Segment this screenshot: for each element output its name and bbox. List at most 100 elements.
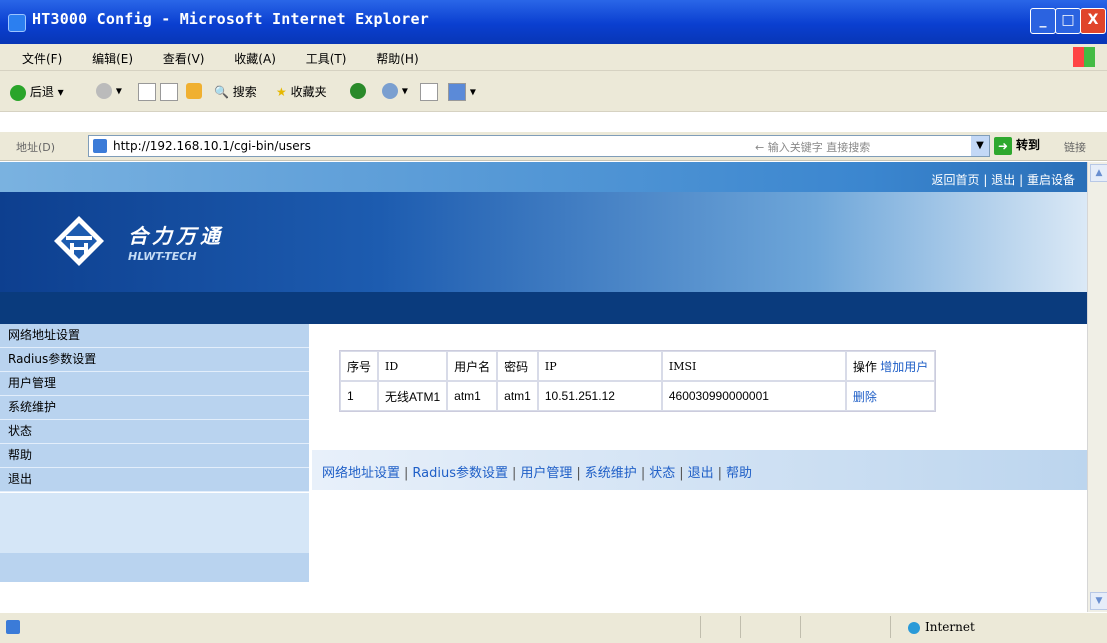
menu-view[interactable]: 查看(V) xyxy=(163,50,205,67)
nav-item-help[interactable]: 帮助 xyxy=(0,444,309,468)
menu-bar: 文件(F) 编辑(E) 查看(V) 收藏(A) 工具(T) 帮助(H) xyxy=(0,44,1107,71)
top-link-reboot[interactable]: 重启设备 xyxy=(1027,173,1075,187)
nav-item-status[interactable]: 状态 xyxy=(0,420,309,444)
separator: | xyxy=(576,466,581,481)
chevron-down-icon[interactable]: ▼ xyxy=(971,136,989,156)
forward-button[interactable]: ▾ xyxy=(96,83,122,99)
separator: | xyxy=(1019,173,1024,187)
status-divider xyxy=(890,616,891,638)
address-label: 地址(D) xyxy=(16,141,56,154)
url-text[interactable]: http://192.168.10.1/cgi-bin/users xyxy=(113,139,311,153)
forward-arrow-icon xyxy=(96,83,112,99)
status-bar: Internet xyxy=(0,612,1107,643)
header-banner: 合力万通 HLWT-TECH xyxy=(0,192,1087,292)
stop-button[interactable] xyxy=(138,83,156,101)
footer-link-logout[interactable]: 退出 xyxy=(688,466,714,481)
scroll-up-icon[interactable]: ▲ xyxy=(1090,164,1107,182)
menu-edit[interactable]: 编辑(E) xyxy=(92,50,133,67)
web-viewport: 返回首页 | 退出 | 重启设备 合力万通 HLWT-TECH 网络地址设置 R… xyxy=(0,162,1087,612)
star-icon: ★ xyxy=(276,85,287,99)
status-divider xyxy=(700,616,701,638)
favorites-label: 收藏夹 xyxy=(290,85,327,99)
footer-link-maintenance[interactable]: 系统维护 xyxy=(585,466,637,481)
edit-icon xyxy=(448,83,466,101)
nav-item-maintenance[interactable]: 系统维护 xyxy=(0,396,309,420)
logo-text-cn: 合力万通 xyxy=(128,224,224,248)
footer-link-help[interactable]: 帮助 xyxy=(726,466,752,481)
page-status-icon xyxy=(6,620,20,634)
footer-link-network[interactable]: 网络地址设置 xyxy=(322,466,400,481)
top-link-logout[interactable]: 退出 xyxy=(991,173,1015,187)
search-icon: 🔍 xyxy=(214,85,229,99)
logo-text-en: HLWT-TECH xyxy=(128,250,197,263)
separator: | xyxy=(717,466,723,481)
header-id: ID xyxy=(378,351,448,381)
table-row: 1 无线ATM1 atm1 atm1 10.51.251.12 46003099… xyxy=(340,381,936,411)
footer-link-users[interactable]: 用户管理 xyxy=(520,466,572,481)
cell-id: 无线ATM1 xyxy=(378,381,448,411)
nav-item-network[interactable]: 网络地址设置 xyxy=(0,324,309,348)
nav-item-radius[interactable]: Radius参数设置 xyxy=(0,348,309,372)
links-button[interactable]: 链接 xyxy=(1064,139,1086,155)
vertical-scrollbar[interactable]: ▲ ▼ xyxy=(1087,162,1107,612)
nav-fill xyxy=(0,492,309,553)
security-zone: Internet xyxy=(908,620,975,634)
header-ip: IP xyxy=(537,351,662,381)
home-button[interactable] xyxy=(186,83,202,99)
company-logo-icon xyxy=(54,216,104,266)
table-header-row: 序号 ID 用户名 密码 IP IMSI 操作 增加用户 xyxy=(340,351,936,381)
go-label: 转到 xyxy=(1016,138,1041,152)
media-button[interactable] xyxy=(350,83,366,99)
cell-imsi: 460030990000001 xyxy=(661,381,846,411)
page-icon xyxy=(93,139,107,153)
favorites-button[interactable]: ★ 收藏夹 xyxy=(276,83,327,100)
maximize-button[interactable]: □ xyxy=(1055,8,1081,34)
menu-favorites[interactable]: 收藏(A) xyxy=(234,50,276,67)
delete-user-link[interactable]: 删除 xyxy=(853,390,877,404)
add-user-link[interactable]: 增加用户 xyxy=(880,360,928,374)
back-arrow-icon xyxy=(10,84,26,101)
nav-item-users[interactable]: 用户管理 xyxy=(0,372,309,396)
status-divider xyxy=(800,616,801,638)
footer-link-radius[interactable]: Radius参数设置 xyxy=(412,466,508,481)
go-arrow-icon: ➜ xyxy=(994,136,1012,155)
minimize-button[interactable]: _ xyxy=(1030,8,1056,34)
globe-icon xyxy=(908,621,920,634)
search-button[interactable]: 🔍 搜索 xyxy=(214,83,257,100)
ie-icon xyxy=(8,14,26,32)
nav-strip xyxy=(0,292,1087,324)
top-link-home[interactable]: 返回首页 xyxy=(932,173,980,187)
zone-label: Internet xyxy=(925,620,975,634)
edit-button[interactable]: ▾ xyxy=(448,83,476,101)
go-button[interactable]: ➜ 转到 xyxy=(994,136,1040,155)
address-input[interactable]: http://192.168.10.1/cgi-bin/users ← 输入关键… xyxy=(88,135,990,157)
header-actions: 操作 增加用户 xyxy=(845,351,936,381)
footer-links-strip: 网络地址设置 | Radius参数设置 | 用户管理 | 系统维护 | 状态 | 退出 | 帮助 xyxy=(312,450,1087,490)
main-content: 序号 ID 用户名 密码 IP IMSI 操作 增加用户 1 无线ATM1 at… xyxy=(312,324,1087,612)
top-strip: 返回首页 | 退出 | 重启设备 xyxy=(0,162,1087,192)
title-bar: HT3000 Config - Microsoft Internet Explo… xyxy=(0,0,1107,44)
footer-links: 网络地址设置 | Radius参数设置 | 用户管理 | 系统维护 | 状态 | 退出 | 帮助 xyxy=(322,462,752,481)
nav-item-logout[interactable]: 退出 xyxy=(0,468,309,492)
back-button[interactable]: 后退 ▾ xyxy=(10,83,64,101)
refresh-button[interactable] xyxy=(160,83,178,101)
close-button[interactable]: X xyxy=(1080,8,1106,34)
header-no: 序号 xyxy=(340,351,379,381)
menu-file[interactable]: 文件(F) xyxy=(22,50,62,67)
cell-no: 1 xyxy=(340,381,379,411)
mail-button[interactable]: ▾ xyxy=(382,83,408,99)
print-button[interactable] xyxy=(420,83,438,101)
address-bar: 地址(D) http://192.168.10.1/cgi-bin/users … xyxy=(0,132,1107,161)
scroll-down-icon[interactable]: ▼ xyxy=(1090,592,1107,610)
keyword-search-hint[interactable]: ← 输入关键字 直接搜索 xyxy=(755,139,870,155)
separator: | xyxy=(679,466,684,481)
stop-icon xyxy=(138,83,156,101)
menu-tools[interactable]: 工具(T) xyxy=(306,50,347,67)
header-username: 用户名 xyxy=(447,351,498,381)
menu-help[interactable]: 帮助(H) xyxy=(376,50,418,67)
media-icon xyxy=(350,83,366,99)
footer-link-status[interactable]: 状态 xyxy=(649,466,675,481)
header-action-label: 操作 xyxy=(852,359,877,374)
refresh-icon xyxy=(160,83,178,101)
print-icon xyxy=(420,83,438,101)
